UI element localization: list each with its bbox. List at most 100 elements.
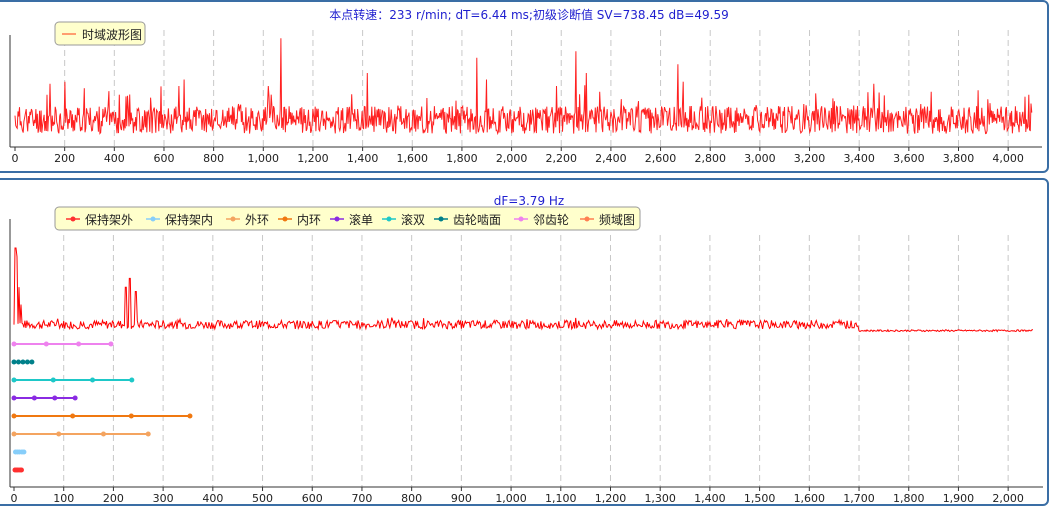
legend-item-time-waveform[interactable]: 时域波形图 [82, 28, 142, 42]
x-tick-label: 1,700 [843, 492, 875, 505]
x-tick-label: 200 [54, 152, 75, 165]
marker-series-3 [11, 431, 151, 437]
x-tick-label: 3,600 [893, 152, 925, 165]
marker-point [52, 395, 58, 401]
marker-point [128, 413, 134, 419]
spectrum-chart-title: dF=3.79 Hz [494, 194, 564, 208]
x-tick-label: 3,800 [943, 152, 975, 165]
x-tick-label: 800 [401, 492, 422, 505]
time-chart-title: 本点转速：233 r/min; dT=6.44 ms;初级诊断值 SV=738.… [329, 7, 728, 22]
legend-label[interactable]: 滚双 [401, 212, 425, 227]
marker-point [29, 359, 35, 365]
x-tick-label: 600 [302, 492, 323, 505]
legend-label[interactable]: 频域图 [599, 213, 635, 227]
marker-point [20, 359, 26, 365]
legend-swatch-dot [438, 216, 444, 222]
x-tick-label: 4,000 [992, 152, 1024, 165]
legend-label[interactable]: 内环 [297, 213, 321, 227]
marker-point [11, 395, 17, 401]
legend-label[interactable]: 保持架内 [165, 212, 213, 227]
marker-point [76, 341, 82, 347]
x-tick-label: 400 [104, 152, 125, 165]
x-tick-label: 1,900 [943, 492, 975, 505]
time-waveform-series [14, 38, 1033, 136]
x-tick-label: 800 [203, 152, 224, 165]
x-tick-label: 1,200 [595, 492, 627, 505]
legend-swatch-dot [70, 216, 76, 222]
x-tick-label: 2,000 [992, 492, 1024, 505]
x-tick-label: 300 [153, 492, 174, 505]
marker-point [18, 467, 24, 473]
x-tick-label: 1,100 [545, 492, 577, 505]
legend-swatch-dot [150, 216, 156, 222]
x-tick-label: 1,600 [794, 492, 826, 505]
x-tick-label: 2,000 [496, 152, 528, 165]
marker-point [90, 377, 96, 383]
x-tick-label: 0 [11, 492, 18, 505]
marker-point [24, 359, 30, 365]
legend-label[interactable]: 保持架外 [85, 212, 133, 227]
x-tick-label: 2,200 [545, 152, 577, 165]
marker-point [187, 413, 193, 419]
x-tick-label: 2,600 [645, 152, 677, 165]
x-tick-label: 400 [202, 492, 223, 505]
time-domain-panel: 本点转速：233 r/min; dT=6.44 ms;初级诊断值 SV=738.… [0, 0, 1049, 173]
x-tick-label: 3,400 [843, 152, 875, 165]
marker-point [11, 377, 17, 383]
legend-label[interactable]: 外环 [245, 213, 269, 227]
x-tick-label: 1,500 [744, 492, 776, 505]
x-tick-label: 100 [53, 492, 74, 505]
marker-series-8 [11, 341, 114, 347]
marker-point [50, 377, 56, 383]
marker-series-7 [11, 359, 35, 365]
marker-point [145, 431, 151, 437]
marker-point [11, 341, 17, 347]
marker-point [72, 395, 78, 401]
marker-point [43, 341, 49, 347]
spectrum-chart-legend[interactable]: 保持架外 保持架内 外环 内环 滚单 滚双 齿轮啮面 邻齿轮 频域图 [54, 206, 641, 231]
marker-point [11, 359, 17, 365]
x-tick-label: 700 [351, 492, 372, 505]
x-tick-label: 2,800 [694, 152, 726, 165]
x-tick-label: 1,200 [297, 152, 329, 165]
x-tick-label: 600 [153, 152, 174, 165]
legend-label[interactable]: 邻齿轮 [533, 213, 569, 227]
marker-point [11, 431, 17, 437]
legend-swatch-dot [334, 216, 340, 222]
x-tick-label: 3,000 [744, 152, 776, 165]
marker-series-4 [11, 413, 193, 419]
legend-label[interactable]: 齿轮啮面 [453, 213, 501, 227]
frequency-domain-panel: dF=3.79 Hz 0 100 200 300 400 500 600 700 800 900 1… [0, 178, 1049, 506]
x-tick-label: 1,000 [248, 152, 280, 165]
x-tick-label: 1,400 [347, 152, 379, 165]
x-tick-label: 200 [103, 492, 124, 505]
marker-point [11, 413, 17, 419]
x-tick-label: 1,800 [893, 492, 925, 505]
x-tick-label: 1,000 [495, 492, 527, 505]
legend-swatch-dot [386, 216, 392, 222]
legend-swatch-dot [230, 216, 236, 222]
marker-series-2 [12, 449, 27, 455]
marker-point [100, 431, 106, 437]
marker-series-5 [11, 395, 78, 401]
marker-point [15, 359, 21, 365]
time-chart-legend[interactable]: 时域波形图 [54, 21, 146, 46]
spectrum-chart: dF=3.79 Hz 0 100 200 300 400 500 600 700 800 900 1… [9, 194, 1043, 505]
legend-swatch-dot [518, 216, 524, 222]
marker-point [31, 395, 37, 401]
x-tick-label: 900 [451, 492, 472, 505]
marker-point [108, 341, 114, 347]
marker-point [129, 377, 135, 383]
marker-point [56, 431, 62, 437]
marker-point [70, 413, 76, 419]
marker-point [21, 449, 27, 455]
legend-swatch-dot [584, 216, 590, 222]
x-tick-label: 1,800 [446, 152, 478, 165]
marker-series-1 [12, 467, 24, 473]
x-tick-label: 2,400 [595, 152, 627, 165]
marker-series-6 [11, 377, 135, 383]
legend-label[interactable]: 滚单 [349, 212, 373, 227]
x-tick-label: 1,400 [694, 492, 726, 505]
x-tick-label: 1,300 [644, 492, 676, 505]
x-tick-label: 3,200 [794, 152, 826, 165]
